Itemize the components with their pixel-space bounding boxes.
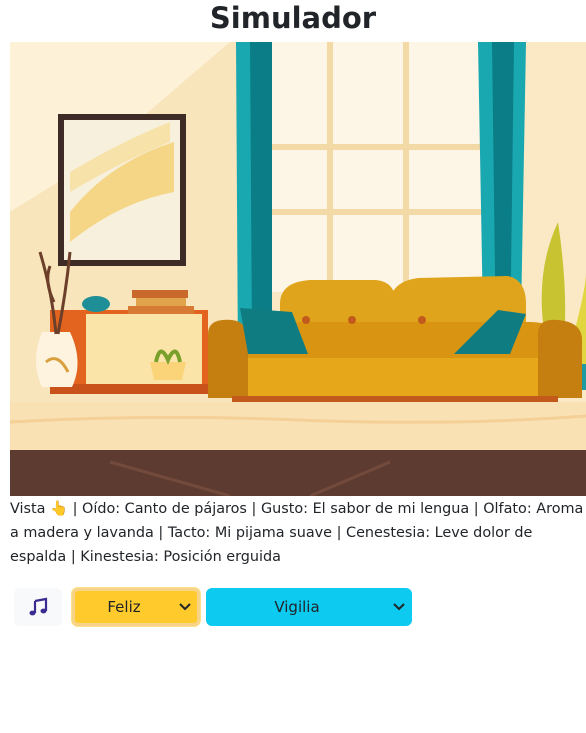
senses-description: Vista 👆 | Oído: Canto de pájaros | Gusto… [10,501,584,565]
mood-select-value: Feliz [107,598,141,616]
page-title: Simulador [209,1,377,35]
pointing-hand-icon: 👆 [50,501,68,517]
state-select-value: Vigilia [274,598,320,616]
sense-kinestesia: Kinestesia: Posición erguida [80,549,282,565]
chevron-down-icon [387,603,411,611]
state-select[interactable]: Vigilia [206,588,412,626]
sense-gusto: Gusto: El sabor de mi lengua [260,501,470,517]
music-note-icon [29,597,48,616]
music-button[interactable] [14,588,62,626]
sense-oido: Oído: Canto de pájaros [82,501,247,517]
living-room-illustration [10,42,586,496]
sense-vista: Vista [10,501,46,517]
mood-select[interactable]: Feliz [72,588,200,626]
sense-tacto: Tacto: Mi pijama suave [167,525,333,541]
chevron-down-icon [173,603,197,611]
